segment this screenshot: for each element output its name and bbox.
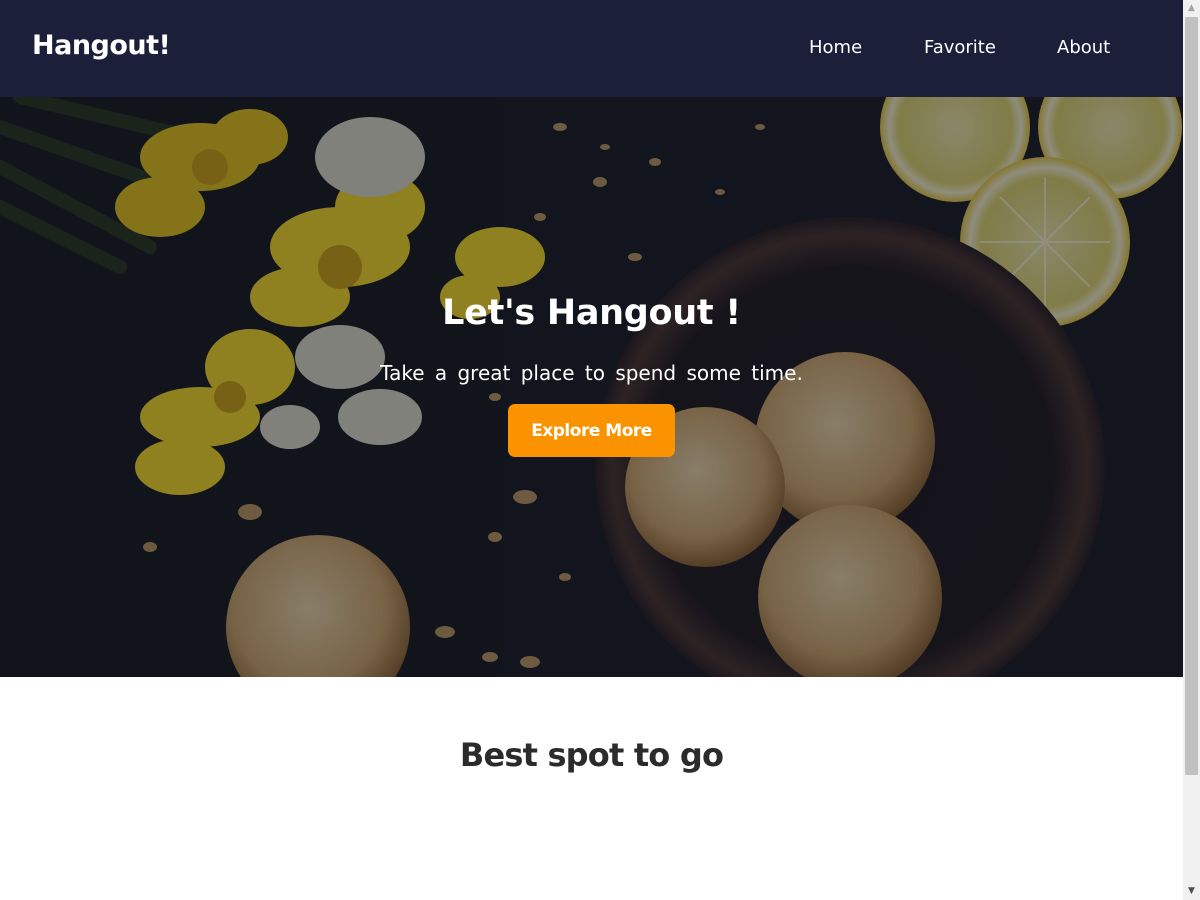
hero-title: Let's Hangout ! <box>442 293 741 333</box>
scroll-down-arrow-icon[interactable]: ▼ <box>1183 883 1200 900</box>
explore-more-button[interactable]: Explore More <box>508 404 675 457</box>
brand-logo[interactable]: Hangout! <box>32 30 171 61</box>
nav-link-about[interactable]: About <box>1057 37 1110 58</box>
hero-section: Let's Hangout ! Take a great place to sp… <box>0 97 1183 677</box>
scrollbar-thumb[interactable] <box>1185 17 1198 775</box>
page: Hangout! Home Favorite About Let's Hango… <box>0 0 1183 900</box>
nav-link-home[interactable]: Home <box>809 37 862 58</box>
navbar: Hangout! Home Favorite About <box>0 0 1183 97</box>
section-title: Best spot to go <box>459 736 724 774</box>
scroll-up-arrow-icon[interactable]: ▲ <box>1183 0 1200 17</box>
nav-link-favorite[interactable]: Favorite <box>924 37 996 58</box>
hero-subtitle: Take a great place to spend some time. <box>380 361 803 385</box>
vertical-scrollbar[interactable]: ▲ ▼ <box>1183 0 1200 900</box>
hero-content: Let's Hangout ! Take a great place to sp… <box>0 97 1183 677</box>
